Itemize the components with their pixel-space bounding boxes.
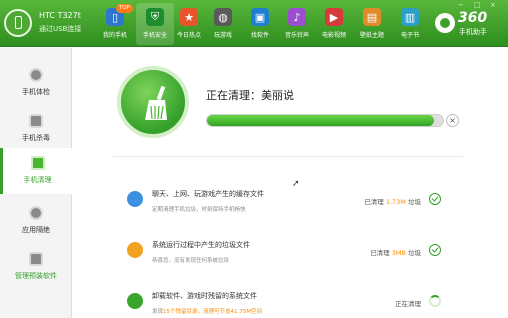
music-icon: ♪ [288,8,306,26]
item-description: 定期清理手机垃圾，时刻保持手机畅快 [152,207,246,213]
sidebar-item-app-isolation[interactable]: 应用隔绝 [0,198,72,244]
nav-label: 今日热点 [176,32,201,39]
logo-icon [435,13,455,33]
shield-icon [29,114,43,128]
nav-ebook[interactable]: ▥ 电子书 [391,3,429,45]
nav-label: 电影视频 [321,32,346,39]
nav-label: 我的手机 [102,32,127,39]
item-description: 恭喜您，没有发现任何系统垃圾 [152,258,230,264]
item-status: 已清理 1.73M 垃圾 [364,198,421,206]
trash-icon [29,252,43,266]
mouse-cursor-icon: ➚ [292,179,300,189]
item-title: 卸载软件、游戏时残留的系统文件 [152,292,257,300]
nav-video[interactable]: ▶ 电影视频 [315,3,353,45]
picture-icon: ▤ [363,8,381,26]
sidebar-item-label: 应用隔绝 [22,226,50,234]
cleanup-status-title: 正在清理：美丽说 [206,89,294,102]
sidebar-item-preinstalled[interactable]: 管理预装软件 [0,244,72,290]
list-item: 卸载软件、游戏时残留的系统文件 发现15个残留目录，清理可节省41.75M空间 … [123,291,453,318]
cleanup-hero-icon [117,66,189,138]
isolation-icon [29,206,43,220]
nav-label: 找软件 [250,32,269,39]
bag-icon: ▣ [251,8,269,26]
broom-icon [30,156,45,170]
system-junk-icon [127,242,143,258]
nav-music[interactable]: ♪ 音乐铃声 [278,3,316,45]
nav-games[interactable]: ◍ 玩游戏 [204,3,242,45]
film-icon: ▶ [325,8,343,26]
device-connection: 通过USB连接 [39,25,82,33]
nav-my-phone[interactable]: ▯ TOP 我的手机 [96,3,134,45]
checkup-icon [29,68,43,82]
device-name: HTC T327t [39,11,81,20]
phone-icon [4,9,32,37]
loading-spinner-icon [429,295,441,307]
broom-icon [145,86,167,120]
nav-wallpaper[interactable]: ▤ 壁纸主题 [353,3,391,45]
item-status: 正在清理 [395,300,421,308]
sidebar-item-label: 手机体检 [22,88,50,96]
gamepad-icon: ◍ [214,8,232,26]
top-badge: TOP [116,4,134,13]
nav-phone-security[interactable]: ⛨ 手机安全 [136,3,174,45]
close-button[interactable]: × [490,1,496,9]
book-icon: ▥ [401,8,419,26]
nav-label: 音乐铃声 [284,32,309,39]
sidebar-item-label: 手机杀毒 [22,134,50,142]
cancel-button[interactable]: × [446,114,459,127]
sidebar-item-label: 手机清理 [23,176,52,184]
nav-label: 壁纸主题 [359,32,384,39]
item-title: 聊天、上网、玩游戏产生的缓存文件 [152,190,264,198]
star-icon: ★ [180,8,198,26]
nav-label: 电子书 [400,32,419,39]
check-icon [429,244,441,256]
nav-find-software[interactable]: ▣ 找软件 [241,3,279,45]
divider [113,156,463,157]
device-info[interactable]: HTC T327t 通过USB连接 [4,9,96,39]
item-status: 已清理 3MB 垃圾 [370,249,421,257]
logo-subtitle: 手机助手 [459,28,487,36]
item-title: 系统运行过程中产生的垃圾文件 [152,241,250,249]
nav-label: 玩游戏 [213,32,232,39]
shield-icon: ⛨ [146,8,164,26]
sidebar-item-antivirus[interactable]: 手机杀毒 [0,106,72,152]
check-icon [429,193,441,205]
item-description: 发现15个残留目录，清理可节省41.75M空间 [152,309,263,315]
progress-fill [207,115,434,126]
logo-number: 360 [458,10,488,26]
top-bar: HTC T327t 通过USB连接 ▯ TOP 我的手机 ⛨ 手机安全 ★ 今日… [0,0,508,47]
cleanup-progress-bar [206,114,444,127]
nav-label: 手机安全 [142,32,167,39]
list-item: 系统运行过程中产生的垃圾文件 恭喜您，没有发现任何系统垃圾 已清理 3MB 垃圾 [123,240,453,276]
chat-icon [127,191,143,207]
sidebar-item-checkup[interactable]: 手机体检 [0,60,72,106]
brand-logo: 360 手机助手 [435,10,505,40]
minimize-button[interactable]: − [458,1,464,9]
list-item: 聊天、上网、玩游戏产生的缓存文件 定期清理手机垃圾，时刻保持手机畅快 已清理 1… [123,189,453,225]
nav-hot-today[interactable]: ★ 今日热点 [170,3,208,45]
sidebar-item-label: 管理预装软件 [15,272,57,280]
maximize-button[interactable]: □ [474,1,481,9]
uninstall-residue-icon [127,293,143,309]
sidebar: 手机体检 手机杀毒 手机清理 应用隔绝 管理预装软件 [0,48,72,318]
sidebar-item-cleanup[interactable]: 手机清理 [0,148,72,194]
main-panel: 正在清理：美丽说 × ➚ 聊天、上网、玩游戏产生的缓存文件 定期清理手机垃圾，时… [73,48,508,318]
